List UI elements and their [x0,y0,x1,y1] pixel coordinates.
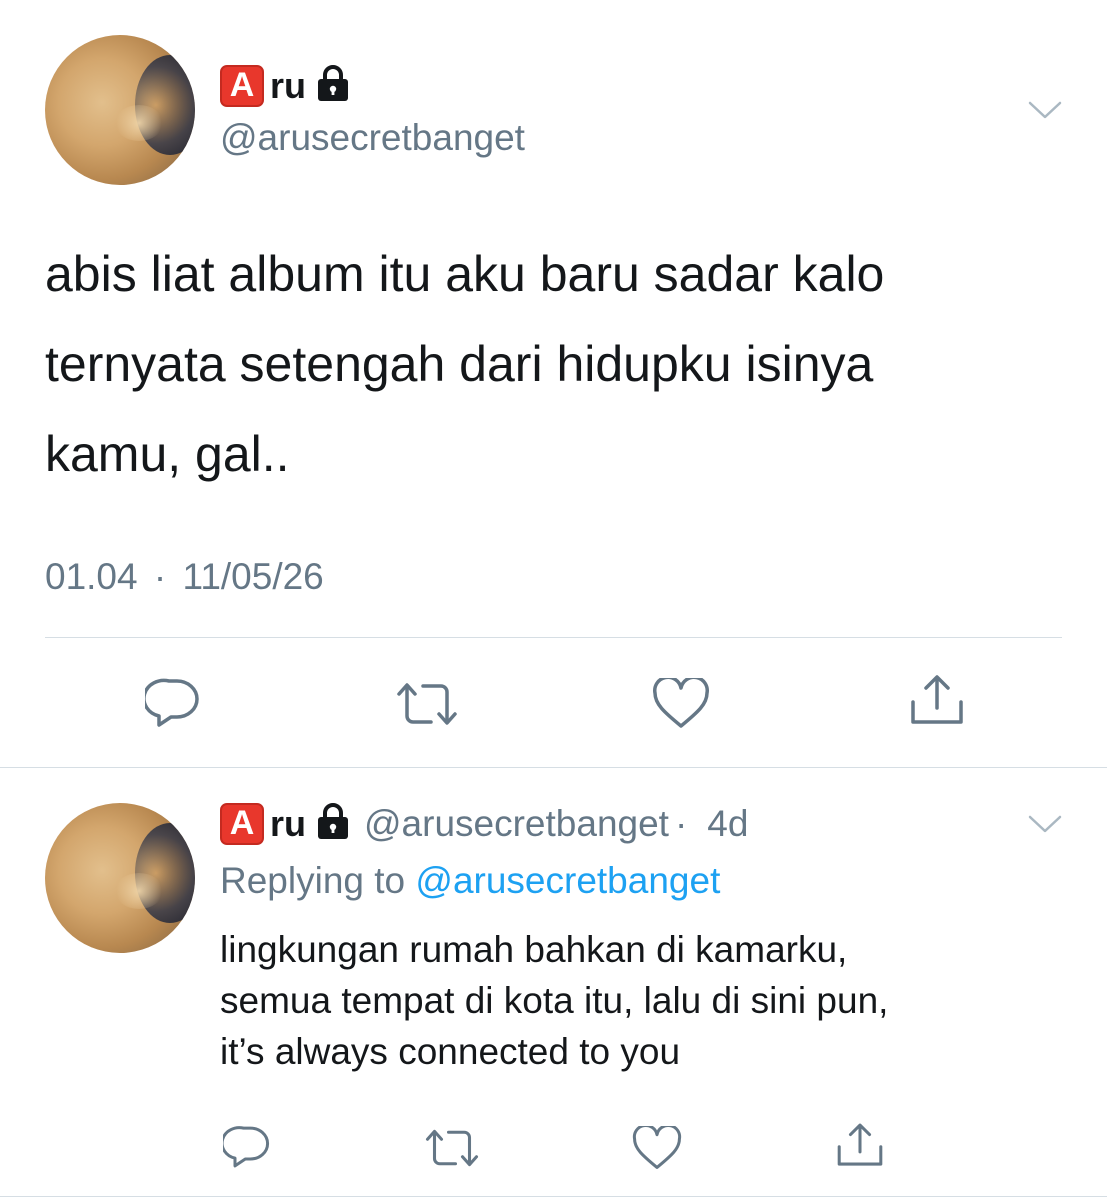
display-name[interactable]: ru [270,65,306,107]
lock-icon [316,802,350,845]
reply-icon [145,678,199,727]
retweet-button[interactable] [395,680,459,728]
reply-icon [223,1126,270,1168]
retweet-button[interactable] [424,1127,480,1169]
meta-separator: · [153,556,167,597]
avatar[interactable] [45,803,195,953]
tweet-text-line: abis liat album itu aku baru sadar kalo [45,246,885,302]
divider [0,1196,1107,1197]
tweet-text-line: kamu, gal.. [45,426,290,482]
a-button-emoji: A [220,802,264,845]
tweet-timestamp[interactable]: 01.04 · 11/05/26 [45,556,324,598]
like-button[interactable] [632,1125,682,1171]
reply-button[interactable] [222,1124,272,1170]
tweet-text-line: semua tempat di kota itu, lalu di sini p… [220,980,889,1021]
tweet-text-line: ternyata setengah dari hidupku isinya [45,336,874,392]
divider [0,767,1107,768]
tweet-text: lingkungan rumah bahkan di kamarku, semu… [220,924,1080,1077]
like-icon [632,1125,682,1169]
reply-button[interactable] [143,676,203,730]
meta-separator: · [674,802,688,844]
replying-to: Replying to @arusecretbanget [220,860,720,902]
tweet-text-line: lingkungan rumah bahkan di kamarku, [220,929,848,970]
like-button[interactable] [652,678,710,730]
share-icon [911,675,963,724]
replying-to-mention[interactable]: @arusecretbanget [415,860,720,901]
retweet-icon [425,1129,479,1167]
share-icon [837,1123,883,1166]
chevron-down-icon[interactable] [1027,812,1063,841]
share-button[interactable] [907,672,967,728]
tweet-text: abis liat album itu aku baru sadar kalo … [45,229,1065,499]
reply-header[interactable]: A ru @arusecretbanget · 4d [220,802,748,845]
tweet-time: 01.04 [45,556,138,597]
replying-to-prefix: Replying to [220,860,406,901]
tweet-text-line: it’s always connected to you [220,1031,681,1072]
retweet-icon [397,683,457,725]
lock-icon [316,64,350,107]
display-name[interactable]: ru [270,803,306,845]
author-handle[interactable]: @arusecretbanget [364,803,669,845]
avatar[interactable] [45,35,195,185]
author-name-row[interactable]: A ru [220,64,350,107]
like-icon [653,678,709,728]
tweet-date: 11/05/26 [182,556,324,597]
author-handle[interactable]: @arusecretbanget [220,117,525,159]
a-button-emoji: A [220,64,264,107]
chevron-down-icon[interactable] [1027,98,1063,127]
divider [45,637,1062,638]
tweet-age[interactable]: 4d [707,803,748,845]
share-button[interactable] [834,1120,886,1170]
